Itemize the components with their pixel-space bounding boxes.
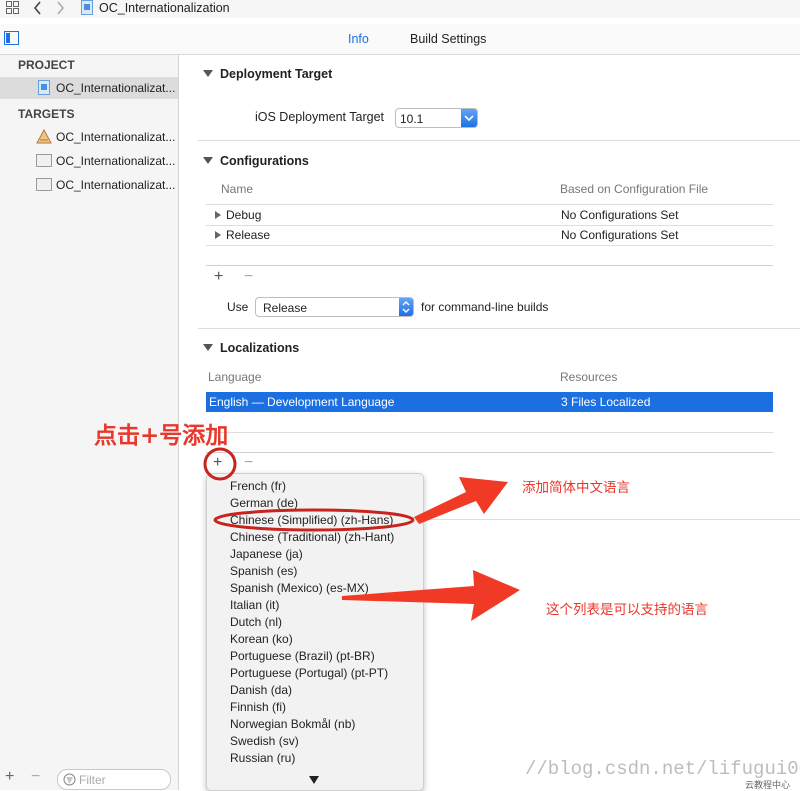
watermark-url: //blog.csdn.net/lifugui001 — [525, 758, 800, 780]
watermark-brand: 云教程中心 — [745, 780, 791, 790]
arrow-to-list-note — [342, 570, 520, 621]
annotation-overlay — [203, 447, 520, 621]
arrow-to-simplified — [414, 477, 508, 524]
chinese-simplified-highlight — [213, 508, 415, 532]
plus-highlight-circle — [203, 447, 237, 481]
